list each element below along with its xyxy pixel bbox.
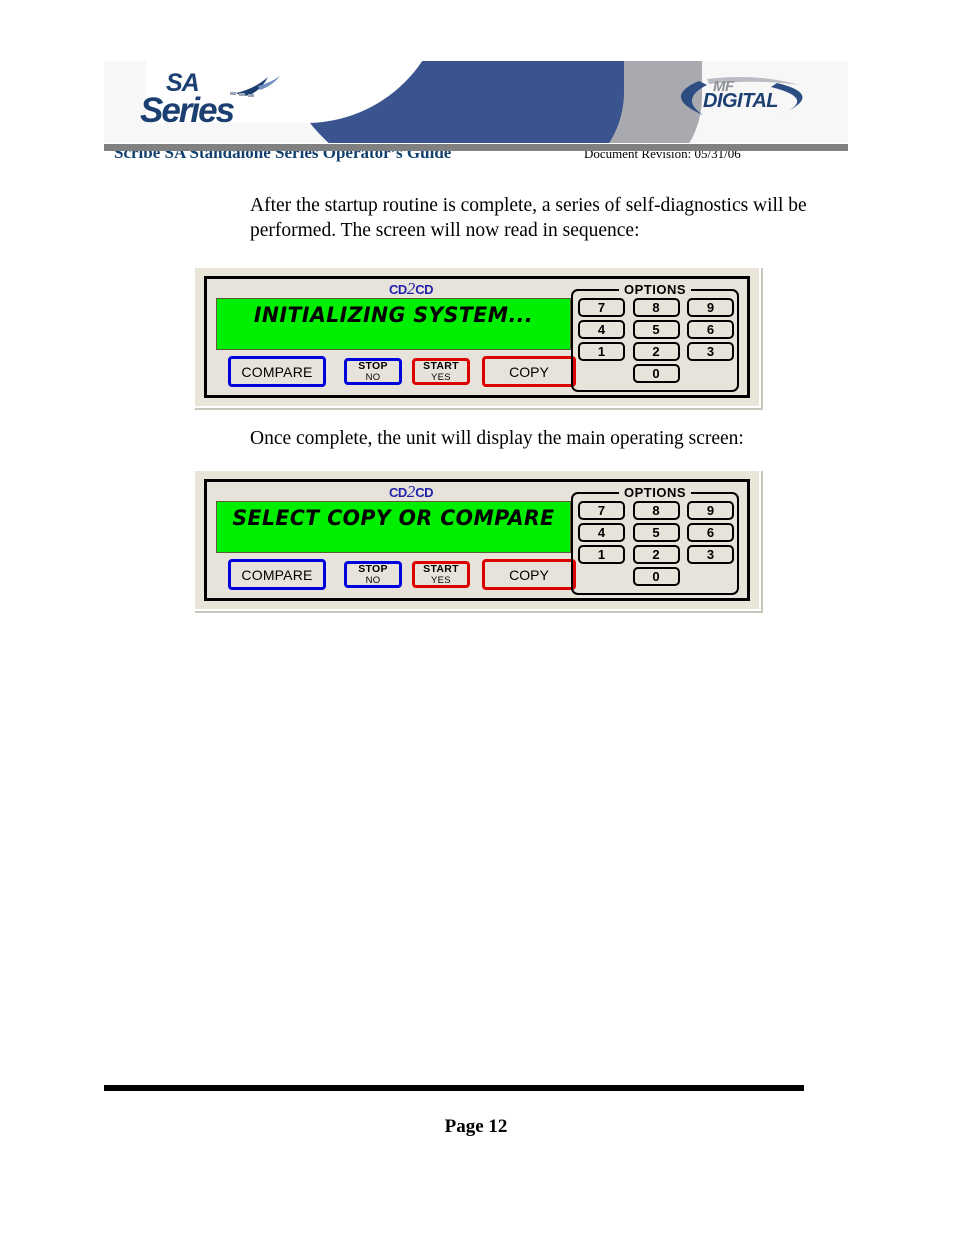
copy-button[interactable]: COPY — [482, 559, 576, 590]
key-3[interactable]: 3 — [687, 545, 734, 564]
paragraph-main-operating-screen: Once complete, the unit will display the… — [250, 428, 744, 449]
start-yes-button[interactable]: START YES — [412, 358, 470, 385]
compare-button[interactable]: COMPARE — [228, 356, 326, 387]
cd2cd-left-text: CD — [388, 485, 407, 500]
cd2cd-two-text: 2 — [406, 279, 416, 298]
cd2cd-brand-logo: CD2CD — [351, 482, 471, 501]
cd2cd-left-text: CD — [388, 282, 407, 297]
swoosh-bird-icon — [230, 76, 280, 97]
no-button-label: NO — [365, 574, 381, 586]
lcd-display: SELECT COPY OR COMPARE — [216, 501, 571, 553]
key-1[interactable]: 1 — [578, 342, 625, 361]
start-yes-button[interactable]: START YES — [412, 561, 470, 588]
copy-button[interactable]: COPY — [482, 356, 576, 387]
key-6[interactable]: 6 — [687, 523, 734, 542]
mf-logo-digital-text: DIGITAL — [703, 90, 779, 112]
key-8[interactable]: 8 — [632, 501, 680, 520]
options-keypad: 7 8 9 4 5 6 1 2 3 0 — [578, 298, 734, 386]
control-panel-select-copy-compare: CD2CD SELECT COPY OR COMPARE COMPARE STO… — [193, 469, 761, 611]
key-1[interactable]: 1 — [578, 545, 625, 564]
no-button-label: NO — [365, 371, 381, 383]
yes-button-label: YES — [431, 574, 451, 586]
keypad-row: 0 — [578, 567, 734, 586]
panel-button-row: COMPARE STOP NO START YES COPY — [216, 356, 576, 390]
header-blue-swoosh-front-icon — [434, 61, 624, 143]
stop-no-button[interactable]: STOP NO — [344, 561, 402, 588]
key-3[interactable]: 3 — [687, 342, 734, 361]
mf-digital-logo: MF DIGITAL — [659, 75, 834, 121]
keypad-row: 7 8 9 — [578, 501, 734, 520]
options-legend-label: OPTIONS — [618, 282, 692, 297]
control-panel-initializing: CD2CD INITIALIZING SYSTEM... COMPARE STO… — [193, 266, 761, 408]
key-4[interactable]: 4 — [578, 320, 625, 339]
control-panel-inner-frame: CD2CD INITIALIZING SYSTEM... COMPARE STO… — [204, 276, 750, 398]
key-5[interactable]: 5 — [632, 320, 680, 339]
panel-button-row: COMPARE STOP NO START YES COPY — [216, 559, 576, 593]
key-0[interactable]: 0 — [632, 364, 680, 383]
cd2cd-right-text: CD — [415, 485, 434, 500]
key-7[interactable]: 7 — [578, 501, 625, 520]
key-9[interactable]: 9 — [687, 298, 734, 317]
cd2cd-two-text: 2 — [406, 482, 416, 501]
keypad-row: 4 5 6 — [578, 523, 734, 542]
page-border: SA Series MF DIGITAL Scribe SA Standalon… — [38, 38, 914, 1190]
key-2[interactable]: 2 — [632, 545, 680, 564]
key-9[interactable]: 9 — [687, 501, 734, 520]
yes-button-label: YES — [431, 371, 451, 383]
control-panel-inner-frame: CD2CD SELECT COPY OR COMPARE COMPARE STO… — [204, 479, 750, 601]
keypad-row: 1 2 3 — [578, 342, 734, 361]
keypad-row: 1 2 3 — [578, 545, 734, 564]
key-0[interactable]: 0 — [632, 567, 680, 586]
stop-no-button[interactable]: STOP NO — [344, 358, 402, 385]
start-button-label: START — [423, 562, 459, 575]
keypad-row: 7 8 9 — [578, 298, 734, 317]
lcd-display-text: INITIALIZING SYSTEM... — [253, 303, 534, 327]
lcd-display: INITIALIZING SYSTEM... — [216, 298, 571, 350]
key-2[interactable]: 2 — [632, 342, 680, 361]
stop-button-label: STOP — [358, 562, 388, 575]
options-keypad-group: OPTIONS 7 8 9 4 5 6 1 2 3 0 — [571, 282, 739, 392]
footer-divider-rule — [104, 1085, 804, 1091]
page-content: SA Series MF DIGITAL Scribe SA Standalon… — [38, 38, 914, 1190]
page-number: Page 12 — [444, 1116, 508, 1137]
paragraph-startup-diagnostics: After the startup routine is complete, a… — [250, 195, 807, 241]
sa-logo-series-text: Series — [140, 91, 235, 130]
keypad-row: 0 — [578, 364, 734, 383]
document-header-banner: SA Series MF DIGITAL — [104, 61, 848, 143]
keypad-row: 4 5 6 — [578, 320, 734, 339]
start-button-label: START — [423, 359, 459, 372]
key-4[interactable]: 4 — [578, 523, 625, 542]
key-5[interactable]: 5 — [632, 523, 680, 542]
cd2cd-brand-logo: CD2CD — [351, 279, 471, 298]
header-divider-rule — [104, 144, 848, 151]
options-keypad-group: OPTIONS 7 8 9 4 5 6 1 2 3 0 — [571, 485, 739, 595]
sa-series-logo: SA Series — [132, 67, 342, 133]
options-legend-label: OPTIONS — [618, 485, 692, 500]
key-6[interactable]: 6 — [687, 320, 734, 339]
key-7[interactable]: 7 — [578, 298, 625, 317]
key-8[interactable]: 8 — [632, 298, 680, 317]
options-keypad: 7 8 9 4 5 6 1 2 3 0 — [578, 501, 734, 589]
cd2cd-right-text: CD — [415, 282, 434, 297]
lcd-display-text: SELECT COPY OR COMPARE — [232, 506, 555, 530]
stop-button-label: STOP — [358, 359, 388, 372]
compare-button[interactable]: COMPARE — [228, 559, 326, 590]
